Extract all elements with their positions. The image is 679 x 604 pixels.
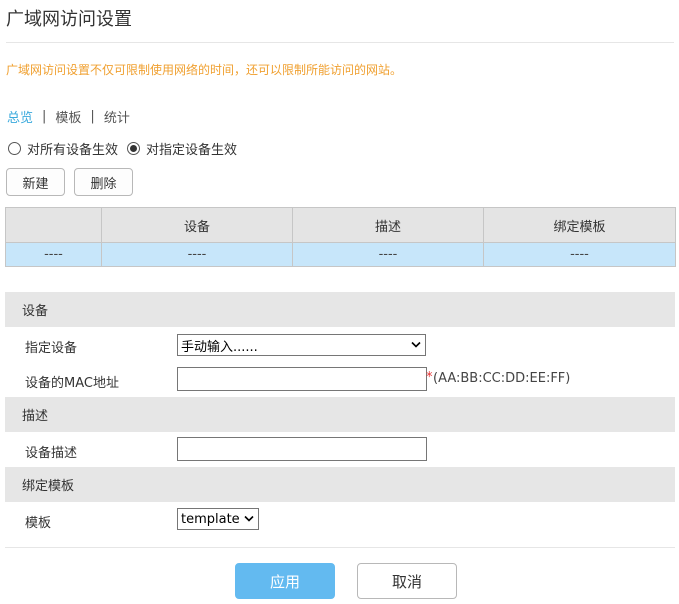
table-header-device: 设备 [101,207,293,243]
subnav-overview-link[interactable]: 总览 [7,107,33,126]
table-header-description: 描述 [292,207,484,243]
delete-button[interactable]: 删除 [74,168,133,196]
description-section-header: 描述 [5,397,675,432]
subnav-stats-link[interactable]: 统计 [104,107,130,126]
device-select[interactable]: 手动输入...... [177,334,426,356]
rules-table: 设备 描述 绑定模板 ---- ---- ---- ---- [5,207,676,267]
mac-format-hint: (AA:BB:CC:DD:EE:FF) [433,371,571,386]
scope-specific-devices-label: 对指定设备生效 [146,143,238,158]
table-header-template: 绑定模板 [483,207,676,243]
title-divider [6,42,674,43]
scope-all-devices-label: 对所有设备生效 [27,143,119,158]
table-cell: ---- [483,242,676,267]
device-description-label: 设备描述 [25,446,78,461]
template-section-header: 绑定模板 [5,467,675,502]
device-form: 设备 指定设备 手动输入...... 设备的MAC地址 * (AA:BB:CC:… [5,292,675,548]
notice-text: 广域网访问设置不仅可限制使用网络的时间，还可以限制所能访问的网站。 [6,63,403,77]
table-row[interactable]: ---- ---- ---- ---- [5,242,676,267]
template-select-label: 模板 [25,516,52,531]
template-select[interactable]: template [177,508,259,530]
subnav-template-link[interactable]: 模板 [55,107,81,126]
scope-specific-devices-option[interactable]: 对指定设备生效 [127,139,237,158]
device-description-input[interactable] [177,437,427,461]
table-cell: ---- [292,242,484,267]
table-cell: ---- [5,242,102,267]
new-button[interactable]: 新建 [6,168,65,196]
table-header-row: 设备 描述 绑定模板 [5,207,676,243]
scope-radio-group: 对所有设备生效 对指定设备生效 [8,139,246,158]
device-section-header: 设备 [5,292,675,327]
table-cell: ---- [101,242,293,267]
required-marker: * [426,370,433,385]
chevron-down-icon [244,515,254,522]
sub-navigation: 总览 | 模板 | 统计 [7,107,130,126]
template-select-value: template [181,511,240,527]
scope-all-devices-option[interactable]: 对所有设备生效 [8,139,118,158]
radio-unchecked-icon[interactable] [8,142,21,155]
apply-button[interactable]: 应用 [235,563,335,599]
table-header-select [5,207,102,243]
subnav-separator: | [90,109,95,124]
mac-address-input[interactable] [177,367,427,391]
device-select-label: 指定设备 [25,341,78,356]
chevron-down-icon [411,341,421,348]
mac-address-label: 设备的MAC地址 [25,376,119,391]
device-select-value: 手动输入...... [181,339,258,355]
radio-checked-icon[interactable] [127,142,141,155]
subnav-separator: | [42,109,47,124]
page-title: 广域网访问设置 [6,9,132,30]
cancel-button[interactable]: 取消 [357,563,457,599]
